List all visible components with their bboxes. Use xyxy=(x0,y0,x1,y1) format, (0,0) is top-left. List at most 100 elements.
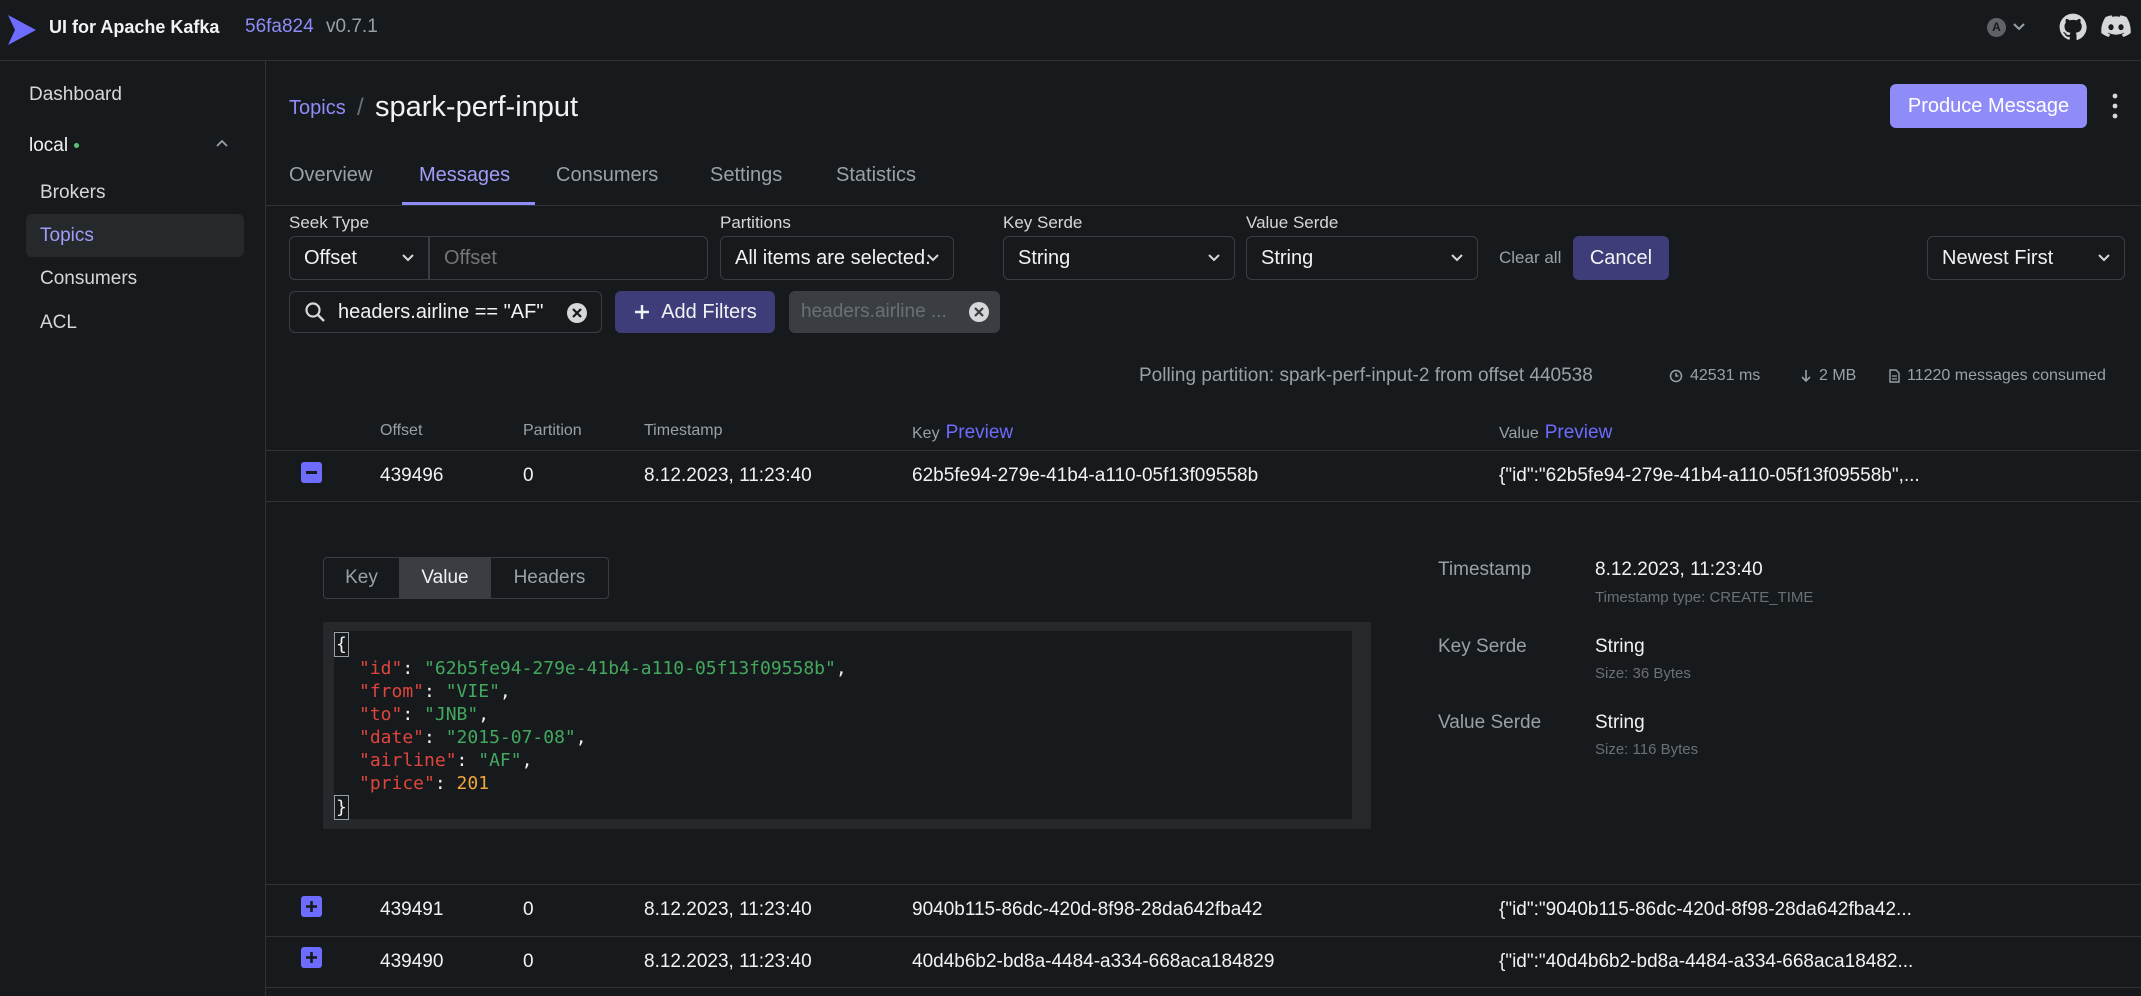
chevron-up-icon[interactable] xyxy=(215,136,229,150)
json-close-brace: } xyxy=(334,795,349,820)
row-divider xyxy=(266,987,2141,988)
expand-row-button[interactable] xyxy=(301,947,322,968)
produce-message-button[interactable]: Produce Message xyxy=(1890,84,2087,128)
tab-overview[interactable]: Overview xyxy=(289,164,372,187)
table-header-divider xyxy=(266,450,2141,451)
elapsed-time-stat: 42531 ms xyxy=(1669,367,1760,385)
chevron-down-icon xyxy=(402,254,414,262)
chevron-down-icon xyxy=(2098,254,2110,262)
messages-consumed-stat: 11220 messages consumed xyxy=(1888,367,2106,385)
value-header-label: Value xyxy=(1499,425,1539,442)
kebab-menu-icon[interactable] xyxy=(2107,88,2123,124)
row-partition: 0 xyxy=(523,899,534,920)
breadcrumb-topics-link[interactable]: Topics xyxy=(289,97,346,120)
plus-icon xyxy=(306,901,317,912)
sidebar-item-brokers[interactable]: Brokers xyxy=(40,182,105,204)
seek-type-label: Seek Type xyxy=(289,213,370,232)
messages-consumed-value: 11220 messages consumed xyxy=(1907,367,2106,384)
value-serde-value: String xyxy=(1261,246,1314,269)
json-viewer: { "id": "62b5fe94-279e-41b4-a110-05f13f0… xyxy=(323,622,1371,829)
chevron-down-icon xyxy=(927,254,939,262)
chevron-down-icon xyxy=(1451,254,1463,262)
plus-icon xyxy=(635,305,650,319)
column-header-partition: Partition xyxy=(523,422,582,439)
github-icon[interactable] xyxy=(2059,13,2087,41)
json-open-brace: { xyxy=(334,632,349,657)
discord-icon[interactable] xyxy=(2101,13,2131,41)
key-preview-link[interactable]: Preview xyxy=(946,422,1014,443)
elapsed-time-value: 42531 ms xyxy=(1690,367,1761,384)
row-divider xyxy=(266,936,2141,937)
tabs-divider xyxy=(266,205,2141,206)
key-serde-value: String xyxy=(1018,246,1071,269)
column-header-key: Key Preview xyxy=(912,422,1013,444)
sidebar-item-consumers[interactable]: Consumers xyxy=(40,268,137,290)
plus-icon xyxy=(306,952,317,963)
seek-type-value: Offset xyxy=(304,246,357,269)
tab-messages[interactable]: Messages xyxy=(419,164,510,187)
key-serde-select[interactable]: String xyxy=(1003,236,1235,280)
detail-value-size: Size: 116 Bytes xyxy=(1595,741,1699,758)
detail-timestamp-value: 8.12.2023, 11:23:40 xyxy=(1595,559,1763,580)
sidebar-item-acl[interactable]: ACL xyxy=(40,312,77,334)
detail-key-size: Size: 36 Bytes xyxy=(1595,665,1691,682)
tab-consumers[interactable]: Consumers xyxy=(556,164,658,187)
sidebar-item-dashboard[interactable]: Dashboard xyxy=(29,84,122,106)
page-title: spark-perf-input xyxy=(375,91,579,123)
column-header-value: Value Preview xyxy=(1499,422,1612,444)
row-value: {"id":"40d4b6b2-bd8a-4484-a334-668aca184… xyxy=(1499,951,1914,972)
tab-settings[interactable]: Settings xyxy=(710,164,782,187)
arrow-down-icon xyxy=(1801,370,1811,383)
detail-tab-headers[interactable]: Headers xyxy=(491,558,608,598)
json-content[interactable]: { "id": "62b5fe94-279e-41b4-a110-05f13f0… xyxy=(334,631,1352,820)
offset-input[interactable] xyxy=(429,236,708,280)
breadcrumb-separator: / xyxy=(357,94,364,121)
collapse-row-button[interactable] xyxy=(301,462,322,483)
add-filters-button[interactable]: Add Filters xyxy=(615,291,775,333)
detail-tab-value[interactable]: Value xyxy=(400,558,491,598)
cancel-button[interactable]: Cancel xyxy=(1573,236,1669,280)
clear-search-icon[interactable] xyxy=(566,302,588,324)
clear-all-button[interactable]: Clear all xyxy=(1499,248,1561,268)
detail-tab-key[interactable]: Key xyxy=(324,558,400,598)
partitions-label: Partitions xyxy=(720,213,791,232)
key-header-label: Key xyxy=(912,425,940,442)
top-navbar xyxy=(0,0,2141,61)
seek-type-select[interactable]: Offset xyxy=(289,236,429,280)
row-value: {"id":"62b5fe94-279e-41b4-a110-05f13f095… xyxy=(1499,465,1920,486)
json-line: "from": "VIE", xyxy=(359,681,511,702)
tab-statistics[interactable]: Statistics xyxy=(836,164,916,187)
expand-row-button[interactable] xyxy=(301,896,322,917)
sidebar-cluster-local[interactable]: local xyxy=(29,135,80,157)
add-filters-label: Add Filters xyxy=(661,300,757,323)
row-key: 62b5fe94-279e-41b4-a110-05f13f09558b xyxy=(912,465,1259,486)
row-divider xyxy=(266,884,2141,885)
partitions-select[interactable]: All items are selected. xyxy=(720,236,954,280)
sidebar-item-topics[interactable]: Topics xyxy=(40,225,94,247)
chevron-down-icon xyxy=(2013,23,2025,31)
row-key: 9040b115-86dc-420d-8f98-28da642fba42 xyxy=(912,899,1263,920)
kafka-logo-icon[interactable] xyxy=(6,13,40,47)
user-menu[interactable]: A xyxy=(1987,14,2033,40)
row-partition: 0 xyxy=(523,951,534,972)
row-timestamp: 8.12.2023, 11:23:40 xyxy=(644,951,812,972)
search-input[interactable]: headers.airline == "AF" xyxy=(289,291,602,333)
partitions-value: All items are selected. xyxy=(735,246,931,269)
sort-order-select[interactable]: Newest First xyxy=(1927,236,2125,280)
detail-timestamp-type: Timestamp type: CREATE_TIME xyxy=(1595,589,1814,606)
minus-icon xyxy=(306,471,317,474)
polling-status: Polling partition: spark-perf-input-2 fr… xyxy=(1139,365,1593,386)
chevron-down-icon xyxy=(1208,254,1220,262)
value-preview-link[interactable]: Preview xyxy=(1545,422,1613,443)
remove-filter-icon[interactable] xyxy=(968,301,990,323)
document-icon xyxy=(1889,369,1900,383)
row-timestamp: 8.12.2023, 11:23:40 xyxy=(644,465,812,486)
value-serde-select[interactable]: String xyxy=(1246,236,1478,280)
version-hash-link[interactable]: 56fa824 xyxy=(245,16,314,38)
app-title[interactable]: UI for Apache Kafka xyxy=(49,17,219,38)
saved-filter-chip[interactable]: headers.airline ... xyxy=(789,291,1000,333)
column-header-timestamp: Timestamp xyxy=(644,422,723,439)
sort-order-value: Newest First xyxy=(1942,246,2054,269)
row-key: 40d4b6b2-bd8a-4484-a334-668aca184829 xyxy=(912,951,1275,972)
row-divider xyxy=(266,501,2141,502)
